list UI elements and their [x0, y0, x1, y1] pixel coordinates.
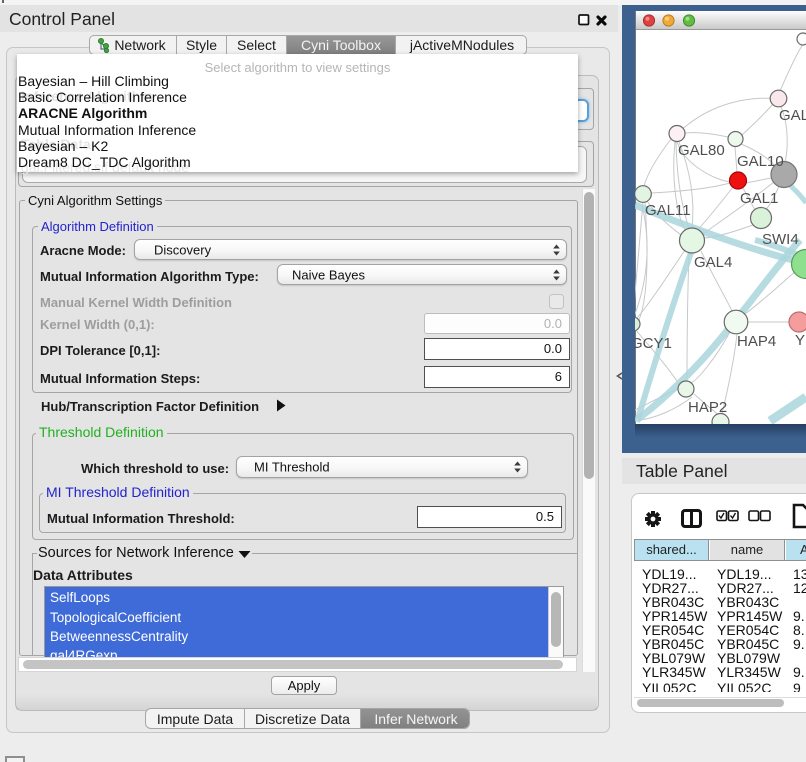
svg-text:GAL1: GAL1: [740, 190, 778, 207]
svg-text:GAL7: GAL7: [779, 107, 806, 124]
svg-text:SWI4: SWI4: [762, 231, 799, 248]
svg-text:GAL4: GAL4: [694, 254, 732, 271]
svg-text:GCY1: GCY1: [635, 335, 672, 352]
svg-text:GAL80: GAL80: [678, 142, 725, 159]
svg-text:HAP4: HAP4: [737, 333, 776, 350]
svg-text:HAP2: HAP2: [688, 399, 727, 416]
svg-text:GAL11: GAL11: [645, 202, 691, 219]
svg-text:GAL10: GAL10: [737, 153, 784, 170]
svg-text:Y: Y: [795, 332, 805, 349]
